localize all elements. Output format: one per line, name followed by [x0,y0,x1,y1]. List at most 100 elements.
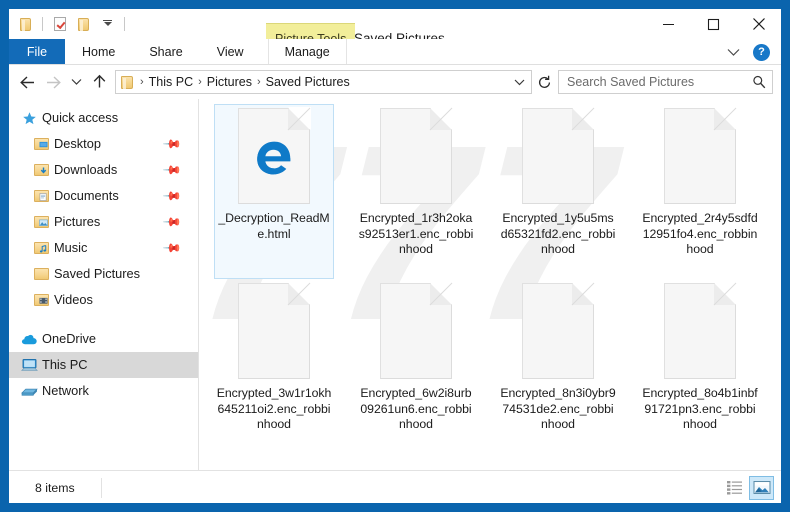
properties-icon[interactable] [50,15,69,34]
generic-file-icon [380,107,453,204]
folder-icon[interactable] [16,15,35,34]
details-view-icon[interactable] [722,476,747,500]
qat-separator-1 [42,17,43,31]
search-box[interactable] [558,70,773,94]
this-pc-icon [21,357,38,374]
title-bar: Picture Tools Saved Pictures [9,9,781,53]
pin-icon: 📌 [162,211,183,233]
file-name: Encrypted_8n3i0ybr974531de2.enc_robbinho… [500,386,616,431]
chevron-down-icon[interactable] [720,41,746,63]
breadcrumb-separator-1: › [198,76,202,88]
sidebar-item-label: Desktop [54,135,101,151]
sidebar-item-saved-pictures[interactable]: Saved Pictures [9,261,198,287]
folder-videos-icon [33,292,50,309]
pin-icon: 📌 [162,159,183,181]
file-list-view[interactable]: 777 _Decryption_ReadMe.html Encrypted_1r… [199,99,781,470]
sidebar-item-desktop[interactable]: Desktop 📌 [9,131,198,157]
sidebar-item-documents[interactable]: Documents 📌 [9,183,198,209]
tab-home[interactable]: Home [65,39,132,64]
close-button[interactable] [736,9,781,39]
breadcrumb[interactable]: › This PC › Pictures › Saved Pictures [115,70,532,94]
sidebar-item-this-pc[interactable]: This PC [9,352,198,378]
recent-locations-button[interactable] [66,69,86,95]
large-icons-view-icon[interactable] [749,475,774,500]
address-bar-row: › This PC › Pictures › Saved Pictures [9,65,781,99]
window-inner: Picture Tools Saved Pictures File Home S… [8,8,782,504]
list-item[interactable]: Encrypted_8n3i0ybr974531de2.enc_robbinho… [498,279,618,454]
status-divider [100,477,102,498]
breadcrumb-folder-icon [121,75,133,89]
generic-file-icon [664,107,737,204]
breadcrumb-separator-0: › [140,76,144,88]
breadcrumb-separator-2: › [256,76,261,88]
network-icon [21,383,38,400]
pin-icon: 📌 [162,133,183,155]
list-item[interactable]: Encrypted_8o4b1inbf91721pn3.enc_robbinho… [640,279,760,454]
list-item[interactable]: Encrypted_3w1r1okh645211oi2.enc_robbinho… [214,279,334,454]
sidebar-item-pictures[interactable]: Pictures 📌 [9,209,198,235]
generic-file-icon [522,107,595,204]
sidebar-item-videos[interactable]: Videos [9,287,198,313]
sidebar-item-downloads[interactable]: Downloads 📌 [9,157,198,183]
breadcrumb-item-pictures[interactable]: Pictures [204,75,255,89]
list-item[interactable]: Encrypted_1y5u5msd65321fd2.enc_robbinhoo… [498,104,618,279]
pin-icon: 📌 [162,237,183,259]
generic-file-icon [380,282,453,379]
sidebar-group-label: Quick access [42,109,119,125]
file-grid: _Decryption_ReadMe.html Encrypted_1r3h2o… [199,99,781,454]
tab-view[interactable]: View [200,39,261,64]
list-item[interactable]: Encrypted_2r4y5sdfd12951fo4.enc_robbinho… [640,104,760,279]
sidebar-item-network[interactable]: Network [9,378,198,404]
star-icon [21,110,38,127]
file-name: Encrypted_1r3h2okas92513er1.enc_robbinho… [358,211,474,256]
forward-button [40,69,66,95]
generic-file-icon [522,282,595,379]
onedrive-icon [21,331,38,348]
refresh-icon[interactable] [532,70,556,94]
sidebar-item-label: Network [42,382,89,398]
pin-icon: 📌 [162,185,183,207]
folder-desktop-icon [33,136,50,153]
folder-icon [33,266,50,283]
ribbon-tab-strip: File Home Share View Manage ? [9,39,781,65]
ribbon-right-controls: ? [720,39,778,65]
minimize-button[interactable] [646,9,691,39]
sidebar-group-quick-access[interactable]: Quick access [9,105,198,131]
file-name: Encrypted_8o4b1inbf91721pn3.enc_robbinho… [642,386,758,431]
customize-dropdown-icon[interactable] [98,15,117,34]
quick-access-toolbar [9,9,127,39]
item-count-label: 8 items [35,480,75,495]
list-item[interactable]: Encrypted_1r3h2okas92513er1.enc_robbinho… [356,104,476,279]
folder-pictures-icon [33,214,50,231]
file-name: Encrypted_1y5u5msd65321fd2.enc_robbinhoo… [500,211,616,256]
nav-spacer-1 [9,313,198,326]
search-input[interactable] [567,75,750,89]
folder-music-icon [33,240,50,257]
tab-share[interactable]: Share [132,39,199,64]
sidebar-item-label: Documents [54,187,119,203]
breadcrumb-item-this-pc[interactable]: This PC [146,75,196,89]
sidebar-item-onedrive[interactable]: OneDrive [9,326,198,352]
file-name: Encrypted_6w2i8urb09261un6.enc_robbinhoo… [360,386,472,431]
breadcrumb-dropdown-icon[interactable] [510,79,528,86]
breadcrumb-item-saved-pictures[interactable]: Saved Pictures [263,75,353,89]
edge-html-file-icon [238,107,311,204]
list-item[interactable]: _Decryption_ReadMe.html [214,104,334,279]
folder-downloads-icon [33,162,50,179]
tab-manage[interactable]: Manage [267,39,347,64]
status-bar: 8 items [9,470,781,503]
back-button[interactable] [14,69,40,95]
generic-file-icon [664,282,737,379]
search-icon[interactable] [750,75,768,89]
maximize-button[interactable] [691,9,736,39]
sidebar-item-label: Videos [54,291,93,307]
help-button[interactable]: ? [753,43,770,61]
tab-file[interactable]: File [9,39,65,64]
sidebar-item-music[interactable]: Music 📌 [9,235,198,261]
up-button[interactable] [86,69,112,95]
explorer-window: Picture Tools Saved Pictures File Home S… [0,0,790,512]
list-item[interactable]: Encrypted_6w2i8urb09261un6.enc_robbinhoo… [356,279,476,454]
window-controls [646,9,781,39]
new-folder-icon[interactable] [74,15,93,34]
file-name: _Decryption_ReadMe.html [218,211,330,241]
